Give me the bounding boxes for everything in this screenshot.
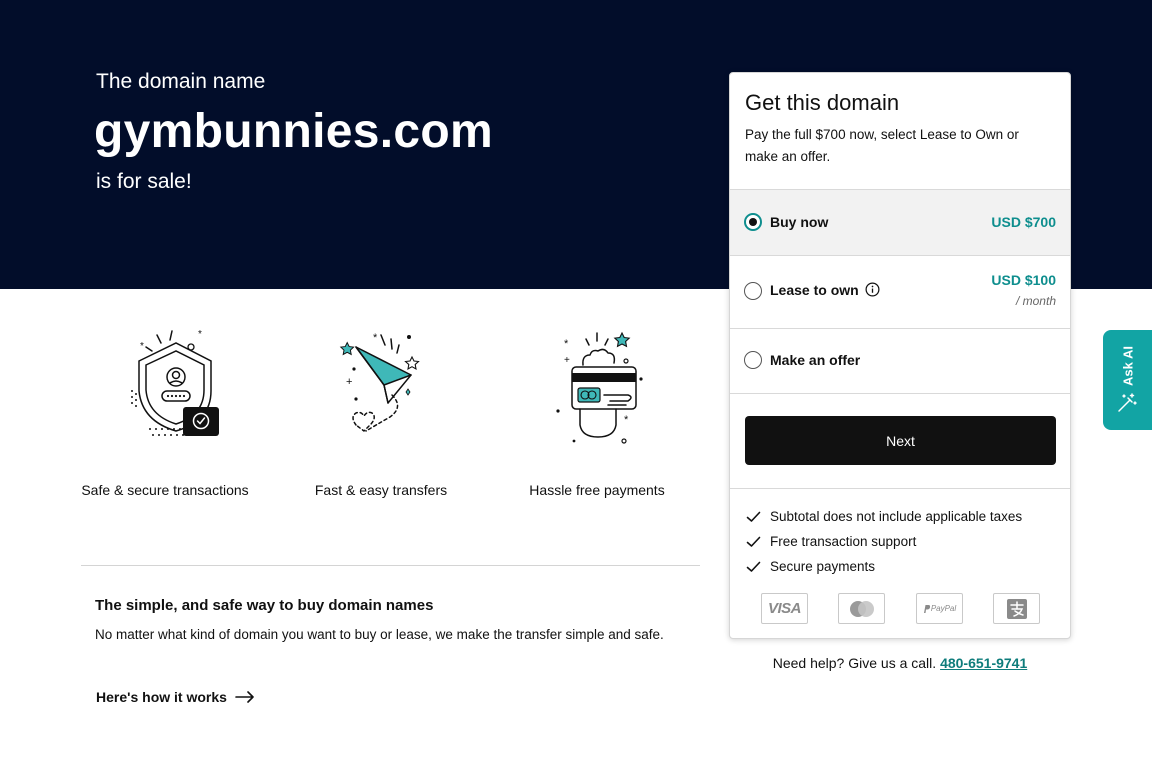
option-make-offer[interactable]: Make an offer [730, 328, 1070, 393]
phone-link[interactable]: 480-651-9741 [940, 655, 1027, 671]
hero-eyebrow: The domain name [96, 70, 266, 93]
paypal-logo: PayPal [916, 593, 963, 624]
info-icon[interactable] [865, 282, 880, 297]
paper-plane-icon: * + [339, 332, 420, 432]
feature-label: Fast & easy transfers [314, 482, 448, 498]
how-it-works-link[interactable]: Here's how it works [96, 689, 255, 705]
section-divider [81, 565, 700, 566]
info-title: The simple, and safe way to buy domain n… [95, 597, 434, 614]
check-text: Free transaction support [770, 534, 917, 549]
lease-price: USD $100 [991, 272, 1056, 288]
magic-wand-icon [1118, 393, 1137, 412]
svg-text:*: * [140, 341, 144, 352]
check-item: Secure payments [746, 559, 875, 574]
mastercard-icon [849, 600, 874, 617]
shield-lock-icon: * * [131, 329, 219, 436]
lease-radio[interactable] [744, 282, 762, 300]
buy-now-label: Buy now [770, 214, 829, 230]
hero-tagline: is for sale! [96, 170, 192, 193]
next-button[interactable]: Next [745, 416, 1056, 465]
alipay-logo [993, 593, 1040, 624]
options-divider [730, 393, 1070, 394]
check-text: Secure payments [770, 559, 876, 574]
svg-text:*: * [564, 338, 569, 350]
svg-text:*: * [198, 329, 202, 340]
arrow-right-icon [235, 691, 254, 703]
svg-text:*: * [373, 332, 378, 344]
check-item: Subtotal does not include applicable tax… [746, 509, 1022, 524]
buy-now-price: USD $700 [991, 214, 1056, 230]
feature-label: Safe & secure transactions [81, 482, 249, 498]
visa-text: VISA [767, 600, 802, 617]
ask-ai-button[interactable]: Ask AI [1103, 330, 1152, 430]
alipay-icon [1006, 598, 1027, 619]
svg-text:+: + [564, 355, 570, 366]
lease-label-wrap: Lease to own [770, 282, 880, 298]
offer-label: Make an offer [770, 352, 861, 368]
how-it-works-label: Here's how it works [96, 689, 227, 705]
card-footer: Subtotal does not include applicable tax… [730, 488, 1070, 638]
check-icon [746, 511, 761, 522]
buy-now-radio[interactable] [744, 213, 762, 231]
domain-name-title: gymbunnies.com [94, 105, 493, 158]
ask-ai-label: Ask AI [1120, 346, 1136, 386]
paypal-text: PayPal [930, 604, 957, 613]
visa-logo: VISA [761, 593, 808, 624]
paypal-icon [923, 604, 930, 613]
lease-label: Lease to own [770, 282, 859, 298]
check-text: Subtotal does not include applicable tax… [770, 509, 1023, 524]
card-description: Pay the full $700 now, select Lease to O… [745, 127, 1019, 164]
card-title: Get this domain [745, 90, 900, 115]
feature-label: Hassle free payments [529, 482, 665, 498]
svg-text:+: + [346, 376, 352, 388]
offer-radio[interactable] [744, 351, 762, 369]
help-line: Need help? Give us a call. 480-651-9741 [729, 655, 1071, 671]
lease-period: / month [1015, 294, 1056, 308]
option-buy-now[interactable]: Buy now USD $700 [730, 189, 1070, 255]
purchase-card: Get this domain Pay the full $700 now, s… [729, 72, 1071, 639]
feature-payments: * * + Hassle free payments [497, 325, 697, 501]
check-icon [746, 536, 761, 547]
svg-text:*: * [624, 414, 629, 426]
option-lease-to-own[interactable]: Lease to own USD $100 / month [730, 255, 1070, 328]
info-text: No matter what kind of domain you want t… [95, 627, 664, 642]
mastercard-logo [838, 593, 885, 624]
help-text: Need help? Give us a call. [772, 655, 937, 671]
check-item: Free transaction support [746, 534, 916, 549]
feature-fast: * + Fast & easy transfers [281, 325, 481, 501]
card-hand-icon: * * + [556, 331, 643, 444]
check-icon [746, 561, 761, 572]
feature-safe: * * Safe & secure transactions [65, 325, 265, 501]
